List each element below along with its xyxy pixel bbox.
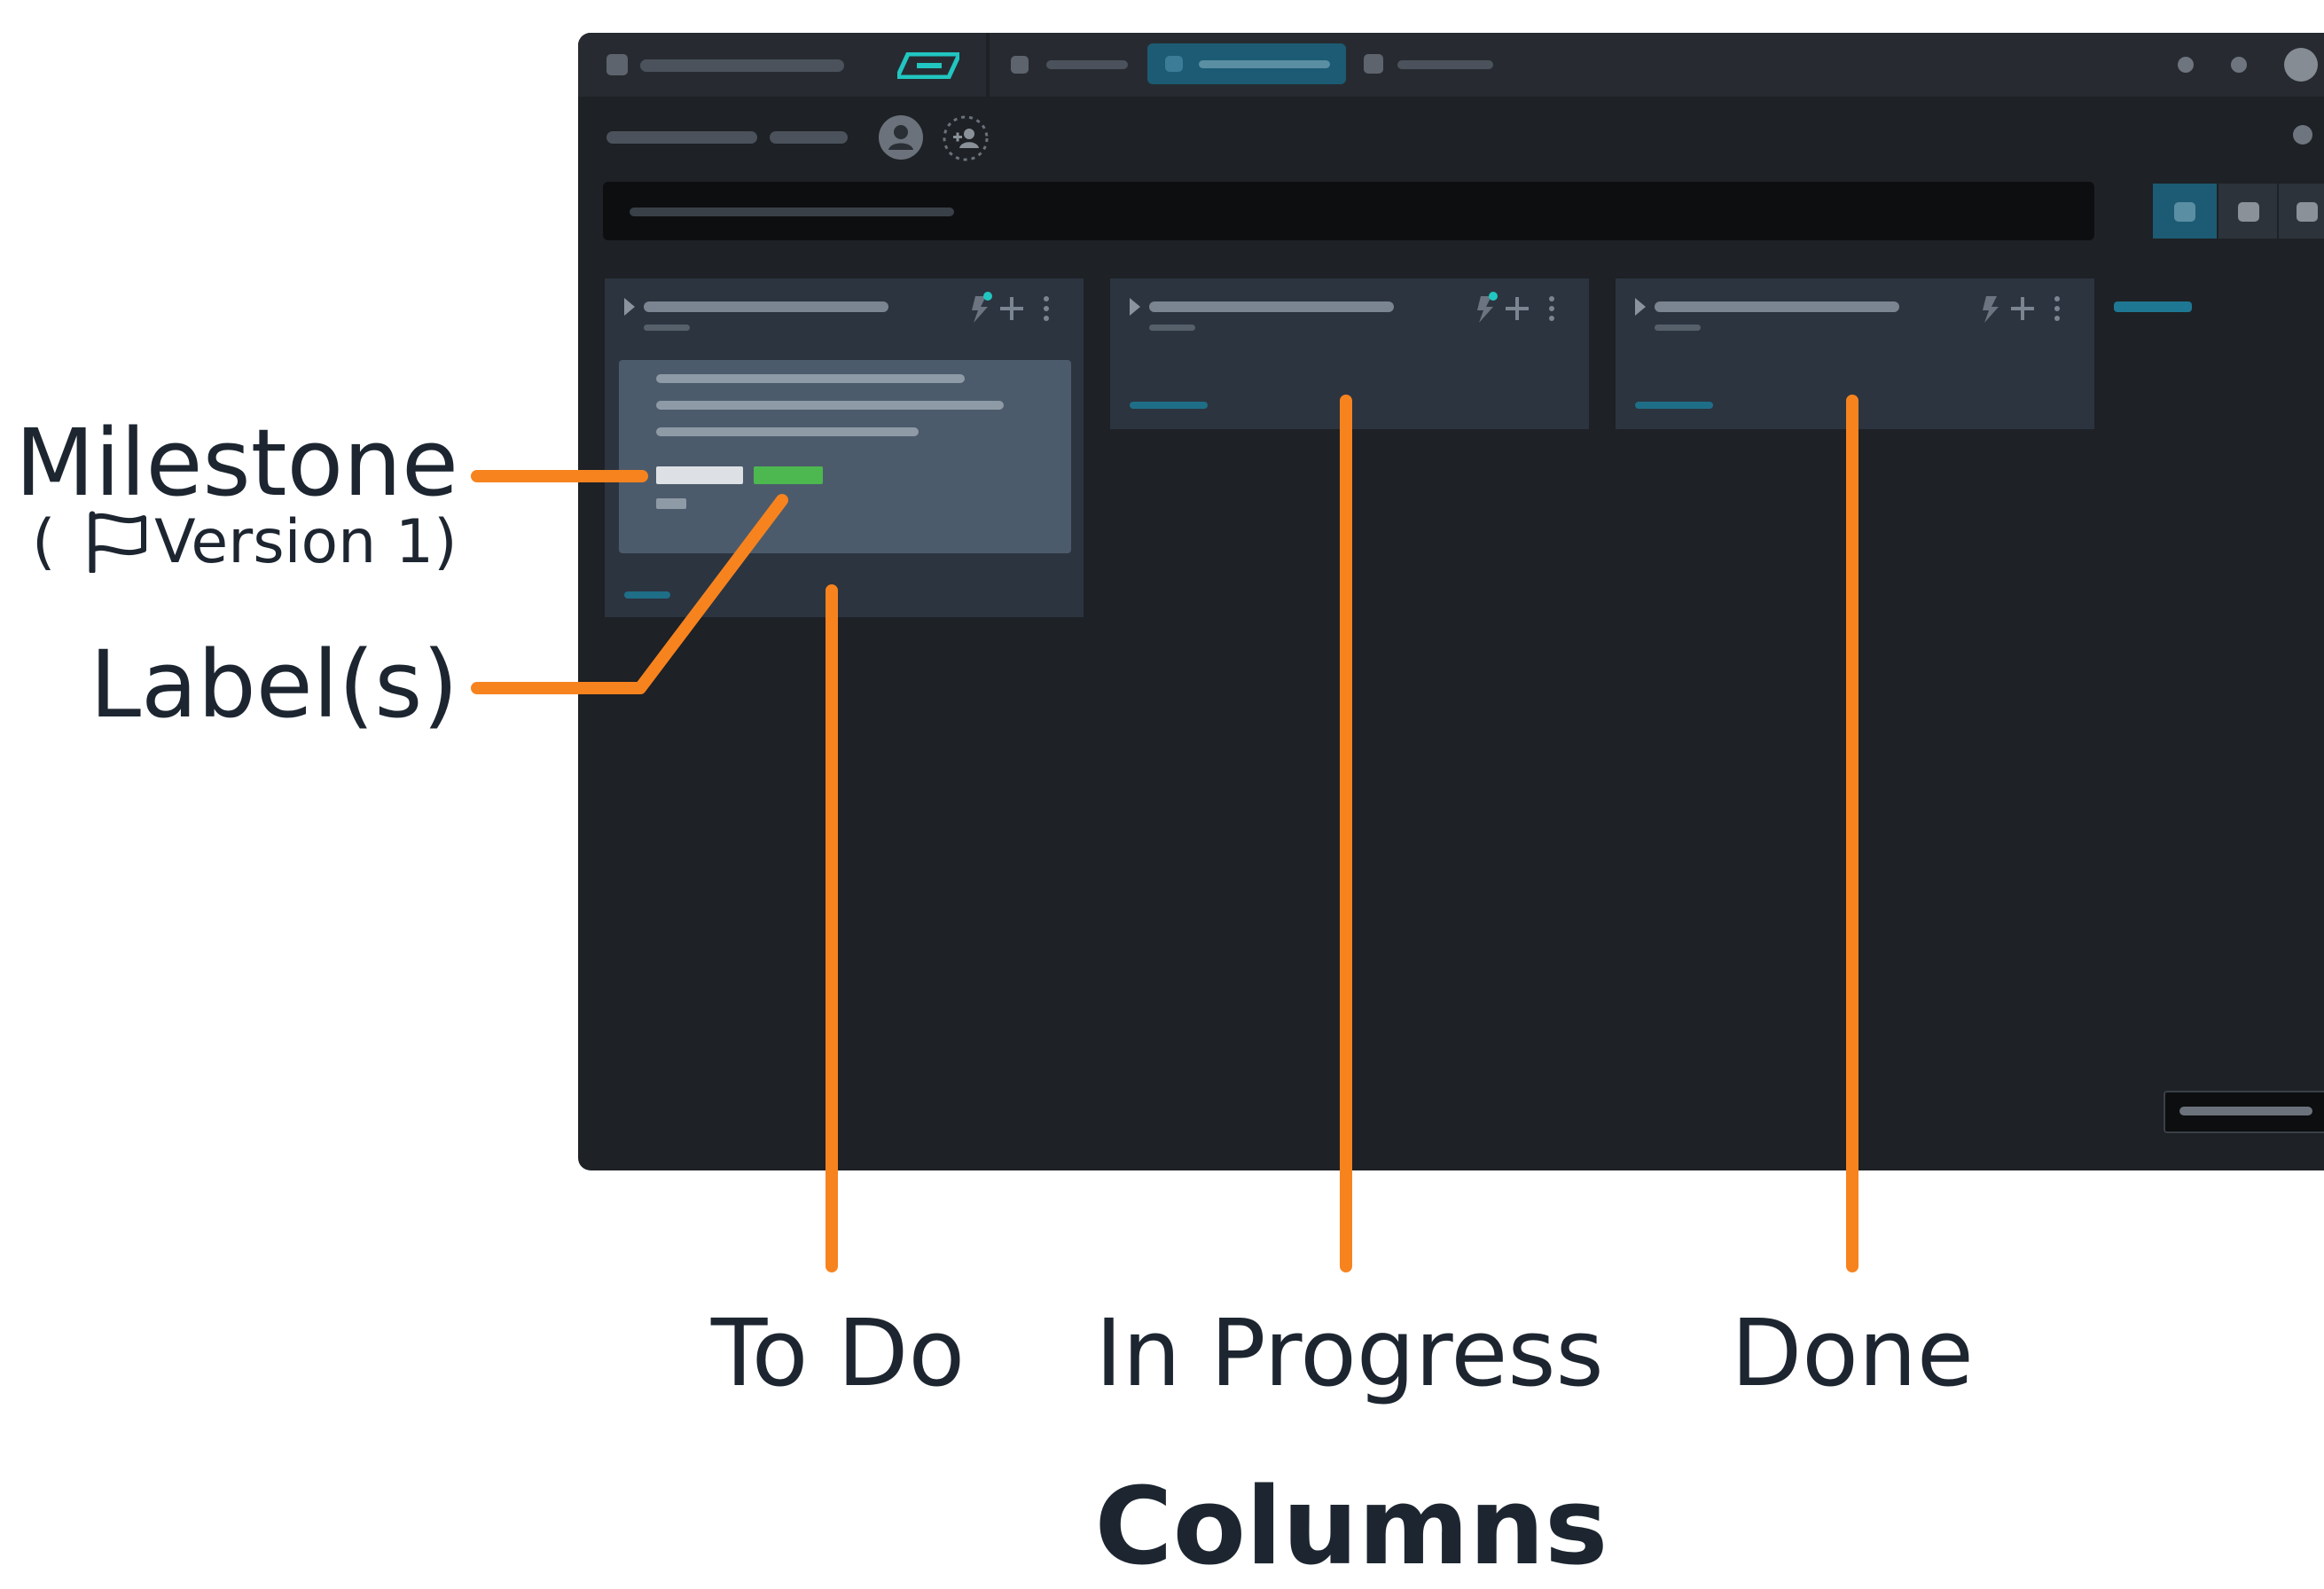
column-name-to-do: To Do [710,1299,966,1407]
column-name-in-progress: In Progress [1095,1299,1604,1407]
labels-callout-line [471,494,788,694]
milestone-sub-text: Version 1) [154,507,458,577]
milestone-sub-open: ( [32,507,56,577]
milestone-annotation: Milestone [15,409,458,517]
columns-title: Columns [1094,1466,1608,1589]
milestone-sub-annotation: ( Version 1) [32,505,458,580]
flag-icon [85,511,149,575]
labels-annotation: Label(s) [90,630,458,739]
column-name-done: Done [1731,1299,1974,1407]
